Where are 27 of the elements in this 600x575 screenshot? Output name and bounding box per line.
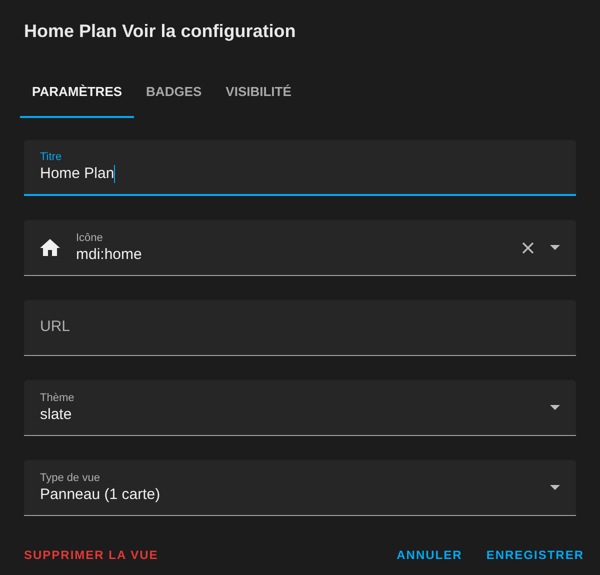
text-cursor [114, 165, 116, 183]
delete-view-button[interactable]: SUPPRIMER LA VUE [24, 546, 158, 564]
input-field[interactable]: Titre Home Plan [24, 140, 576, 196]
select-field[interactable]: Type de vue Panneau (1 carte) [24, 460, 576, 516]
tab[interactable]: BADGES [134, 68, 214, 118]
field-value: Home Plan [40, 164, 114, 184]
field-label: Icône [76, 230, 104, 244]
dialog-title: Home Plan Voir la configuration [23, 20, 297, 42]
clear-icon[interactable] [522, 242, 534, 254]
field-value: slate [40, 404, 72, 424]
field-label: Type de vue [40, 470, 101, 484]
field-label: Titre [40, 150, 63, 164]
cancel-button[interactable]: ANNULER [396, 546, 462, 564]
field-value: Panneau (1 carte) [40, 484, 160, 504]
field-value: mdi:home [76, 244, 142, 264]
field-label: Thème [40, 390, 76, 404]
field-label: URL [40, 317, 72, 338]
save-button[interactable]: ENREGISTRER [486, 546, 584, 564]
dropdown-caret-icon[interactable] [550, 245, 560, 250]
input-field[interactable]: URL [24, 300, 576, 356]
home-icon [40, 238, 60, 256]
tab[interactable]: VISIBILITÉ [214, 68, 304, 118]
tab[interactable]: PARAMÈTRES [20, 68, 134, 118]
dropdown-caret-icon[interactable] [550, 405, 560, 410]
select-field[interactable]: Thème slate [24, 380, 576, 436]
input-field[interactable]: Icône mdi:home [24, 220, 576, 276]
dropdown-caret-icon[interactable] [550, 485, 560, 490]
